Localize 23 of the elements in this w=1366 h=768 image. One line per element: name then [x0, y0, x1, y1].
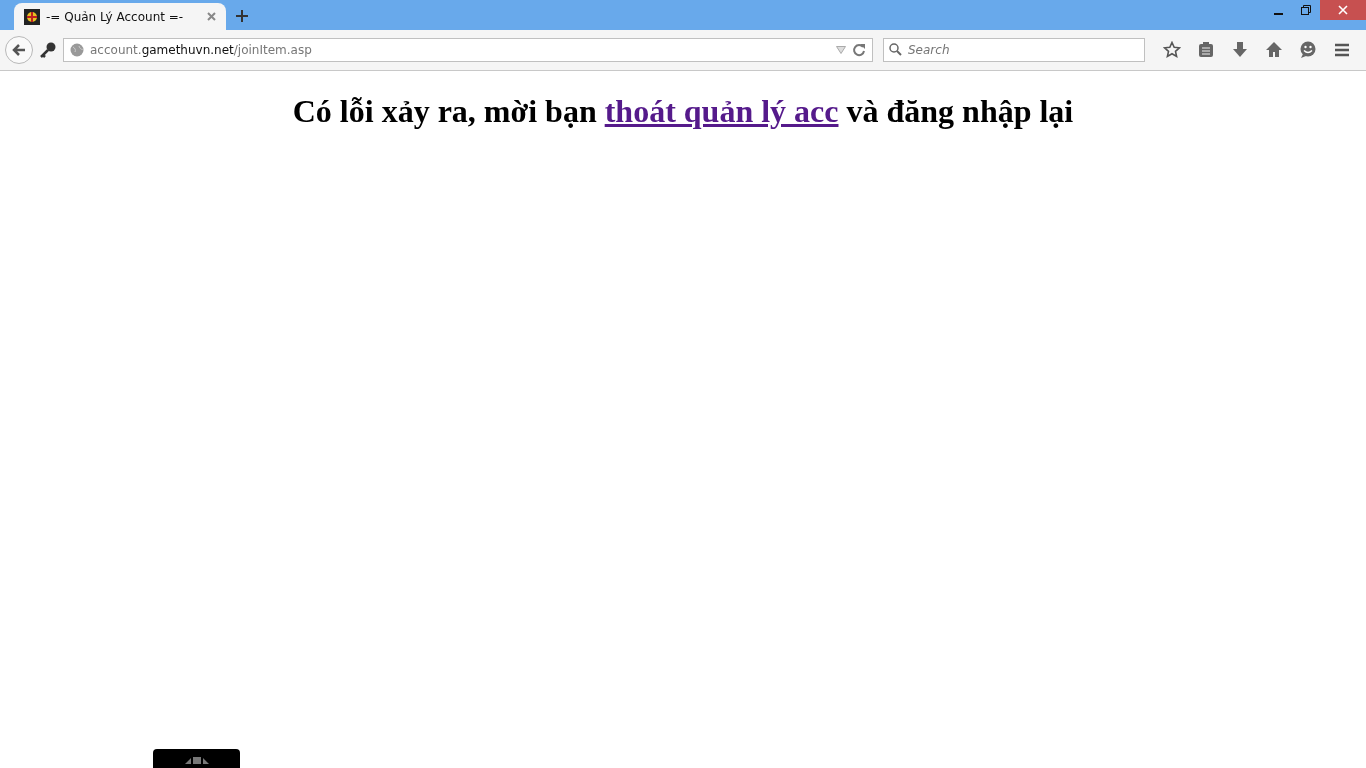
globe-icon — [70, 43, 84, 57]
close-icon[interactable] — [207, 12, 216, 21]
plus-icon[interactable] — [234, 8, 250, 24]
popup-handle[interactable] — [153, 749, 240, 768]
clipboard-icon[interactable] — [1197, 41, 1215, 59]
minimize-icon — [1273, 13, 1283, 15]
search-field[interactable]: Search — [883, 38, 1145, 62]
favicon-icon — [24, 8, 40, 25]
download-icon[interactable] — [1231, 41, 1249, 59]
address-bar[interactable]: account.gamethuvn.net/joinItem.asp — [63, 38, 873, 62]
key-icon[interactable] — [39, 41, 57, 59]
star-icon[interactable] — [1163, 41, 1181, 59]
menu-icon[interactable] — [1333, 41, 1351, 59]
home-icon[interactable] — [1265, 41, 1283, 59]
back-button[interactable] — [5, 36, 33, 64]
browser-tab[interactable]: -= Quản Lý Account =- — [14, 3, 226, 30]
reload-icon[interactable] — [852, 43, 866, 57]
error-message: Có lỗi xảy ra, mời bạn thoát quản lý acc và đăng nhập lại — [291, 93, 1075, 130]
close-icon — [1338, 5, 1348, 15]
restore-icon — [1301, 5, 1311, 15]
smiley-icon[interactable] — [1299, 41, 1317, 59]
logout-link[interactable]: thoát quản lý acc — [604, 93, 839, 129]
arrow-left-icon — [11, 42, 27, 58]
